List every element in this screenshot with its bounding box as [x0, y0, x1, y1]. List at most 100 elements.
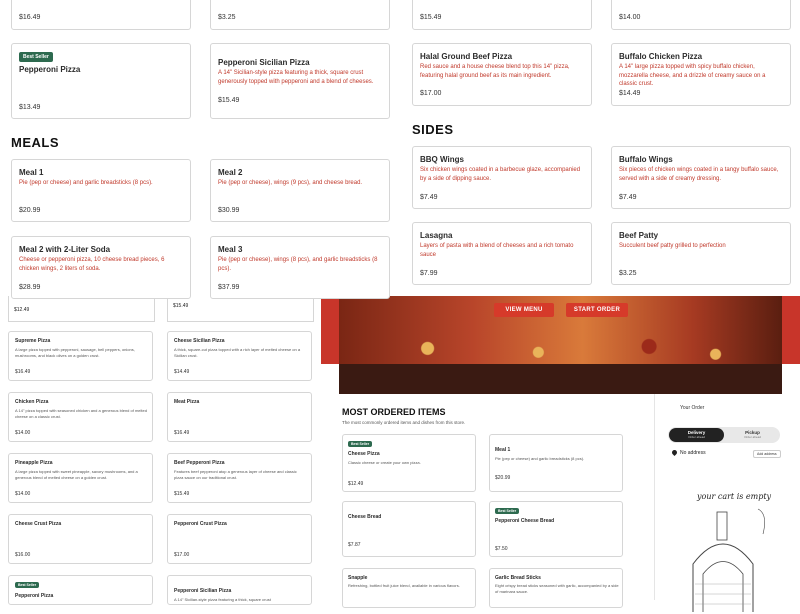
pickup-option[interactable]: Pickup Order ahead: [726, 428, 779, 442]
item-price: $20.99: [19, 207, 41, 214]
item-name: Cheese Pizza: [348, 451, 380, 457]
fulfillment-toggle: Delivery Order ahead Pickup Order ahead: [668, 427, 780, 443]
item-description: Cheese or pepperoni pizza, 10 cheese bre…: [19, 257, 165, 272]
item-name: Meal 2 with 2-Liter Soda: [19, 245, 111, 254]
menu-item-card[interactable]: Buffalo Chicken Pizza A 14" large pizza …: [611, 43, 791, 106]
meal-card[interactable]: Meal 3 Pie (pep or cheese), wings (8 pcs…: [210, 236, 390, 299]
item-price: $3.25: [218, 14, 236, 21]
hero-image: [339, 295, 782, 364]
side-card[interactable]: Lasagna Layers of pasta with a blend of …: [412, 222, 592, 285]
item-description: Six pieces of chicken wings coated in a …: [619, 167, 779, 182]
meal-card[interactable]: Meal 2 Pie (pep or cheese), wings (9 pcs…: [210, 159, 390, 222]
item-price: $13.49: [19, 104, 41, 111]
location-icon: [670, 448, 679, 457]
menu-item-card[interactable]: Pepperoni Crust Pizza $17.00: [167, 514, 312, 564]
menu-item-card[interactable]: $16.49: [11, 0, 191, 30]
add-address-button[interactable]: Add address: [753, 450, 781, 458]
item-price: $7.49: [420, 194, 438, 201]
order-panel: Your Order Delivery Order ahead Pickup O…: [654, 394, 800, 612]
item-name: Beef Patty: [619, 231, 659, 240]
most-ordered-subtitle: The most commonly ordered items and dish…: [342, 420, 466, 425]
item-description: A large pizza topped with sweet pineappl…: [15, 469, 138, 480]
item-price: $17.00: [174, 552, 190, 558]
meal-card[interactable]: Meal 2 with 2-Liter Soda Cheese or peppe…: [11, 236, 191, 299]
menu-item-card[interactable]: $15.49: [412, 0, 592, 30]
menu-item-card[interactable]: $3.25: [210, 0, 390, 30]
item-description: Eight crispy bread sticks seasoned with …: [495, 583, 619, 594]
item-description: A 14" Sicilian-style pizza featuring a t…: [174, 597, 271, 602]
pickup-sublabel: Order ahead: [744, 435, 761, 439]
menu-item-card[interactable]: Chicken Pizza A 14" pizza topped with se…: [8, 392, 153, 442]
item-description: A large pizza topped with pepperoni, sau…: [15, 347, 135, 358]
side-card[interactable]: BBQ Wings Six chicken wings coated in a …: [412, 146, 592, 209]
menu-item-card[interactable]: Meat Pizza $16.49: [167, 392, 312, 442]
menu-item-card[interactable]: Best Seller Pepperoni Pizza $13.49: [11, 43, 191, 119]
item-name: Buffalo Wings: [619, 155, 673, 164]
item-price: $7.87: [348, 542, 361, 548]
item-name: Meal 2: [218, 168, 243, 177]
item-description: Succulent beef patty grilled to perfecti…: [619, 243, 726, 249]
menu-item-card[interactable]: Best Seller Pepperoni Pizza: [8, 575, 153, 605]
start-order-button[interactable]: START ORDER: [566, 303, 628, 317]
item-name: Garlic Bread Sticks: [495, 575, 541, 581]
item-description: A 14" large pizza topped with spicy buff…: [619, 64, 766, 88]
item-description: Layers of pasta with a blend of cheeses …: [420, 243, 574, 258]
item-description: Features beef pepperoni atop a generous …: [174, 469, 297, 480]
item-price: $17.00: [420, 90, 442, 97]
item-name: Meal 1: [495, 447, 511, 453]
item-name: Buffalo Chicken Pizza: [619, 52, 703, 61]
pizza-oven-illustration: [692, 508, 765, 612]
most-ordered-card[interactable]: Garlic Bread Sticks Eight crispy bread s…: [489, 568, 623, 608]
most-ordered-card[interactable]: Cheese Bread $7.87: [342, 501, 476, 557]
item-price: $7.50: [495, 546, 508, 552]
item-name: Halal Ground Beef Pizza: [420, 52, 513, 61]
item-price: $15.49: [218, 97, 240, 104]
item-price: $7.99: [420, 270, 438, 277]
item-name: Pepperoni Cheese Bread: [495, 518, 555, 524]
meal-card[interactable]: Meal 1 Pie (pep or cheese) and garlic br…: [11, 159, 191, 222]
item-description: Red sauce and a house cheese blend top t…: [420, 64, 570, 79]
item-price: $30.99: [218, 207, 240, 214]
item-name: Meal 1: [19, 168, 44, 177]
menu-item-card[interactable]: Cheese Sicilian Pizza A thick, square-cu…: [167, 331, 312, 381]
delivery-option[interactable]: Delivery Order ahead: [669, 428, 724, 442]
view-menu-button[interactable]: VIEW MENU: [494, 303, 554, 317]
item-price: $28.99: [19, 284, 41, 291]
item-price: $15.49: [174, 491, 190, 497]
item-description: Refreshing, bottled fruit juice blend, a…: [348, 583, 460, 588]
most-ordered-card[interactable]: Best Seller Pepperoni Cheese Bread $7.50: [489, 501, 623, 557]
most-ordered-card[interactable]: Meal 1 Pie (pep or cheese) and garlic br…: [489, 434, 623, 492]
menu-overlay: $16.49 $3.25 $15.49 $14.00 Best Seller P…: [0, 0, 800, 299]
item-name: Chicken Pizza: [15, 399, 49, 405]
menu-item-card[interactable]: Halal Ground Beef Pizza Red sauce and a …: [412, 43, 592, 106]
item-price: $15.49: [420, 14, 442, 21]
side-card[interactable]: Beef Patty Succulent beef patty grilled …: [611, 222, 791, 285]
side-card[interactable]: Buffalo Wings Six pieces of chicken wing…: [611, 146, 791, 209]
most-ordered-card[interactable]: Snapple Refreshing, bottled fruit juice …: [342, 568, 476, 608]
item-description: A thick, square-cut pizza topped with a …: [174, 347, 301, 358]
menu-item-card[interactable]: Supreme Pizza A large pizza topped with …: [8, 331, 153, 381]
item-price: $14.49: [619, 90, 641, 97]
most-ordered-card[interactable]: Best Seller Cheese Pizza Classic cheese …: [342, 434, 476, 492]
item-price: $3.25: [619, 270, 637, 277]
item-description: A 14" Sicilian-style pizza featuring a t…: [218, 70, 374, 85]
hero-banner: VIEW MENU START ORDER: [321, 295, 800, 364]
best-seller-badge: Best Seller: [495, 508, 520, 514]
hero-bottom-band: [339, 364, 782, 394]
item-name: Meat Pizza: [174, 399, 200, 405]
item-price: $7.49: [619, 194, 637, 201]
menu-item-card[interactable]: Beef Pepperoni Pizza Features beef peppe…: [167, 453, 312, 503]
item-price: $16.49: [15, 369, 31, 375]
menu-item-card[interactable]: Pepperoni Sicilian Pizza A 14" Sicilian-…: [167, 575, 312, 605]
menu-item-card[interactable]: Pineapple Pizza A large pizza topped wit…: [8, 453, 153, 503]
item-price: $20.99: [495, 475, 511, 481]
item-price: $14.00: [619, 14, 641, 21]
item-description: A 14" pizza topped with seasoned chicken…: [15, 408, 147, 419]
item-name: Pepperoni Pizza: [19, 65, 81, 74]
meals-heading: MEALS: [11, 135, 59, 150]
menu-item-card[interactable]: Cheese Crust Pizza $16.00: [8, 514, 153, 564]
menu-item-card[interactable]: $14.00: [611, 0, 791, 30]
item-name: Pepperoni Sicilian Pizza: [218, 58, 310, 67]
item-price: $14.49: [174, 369, 190, 375]
menu-item-card[interactable]: Pepperoni Sicilian Pizza A 14" Sicilian-…: [210, 43, 390, 119]
